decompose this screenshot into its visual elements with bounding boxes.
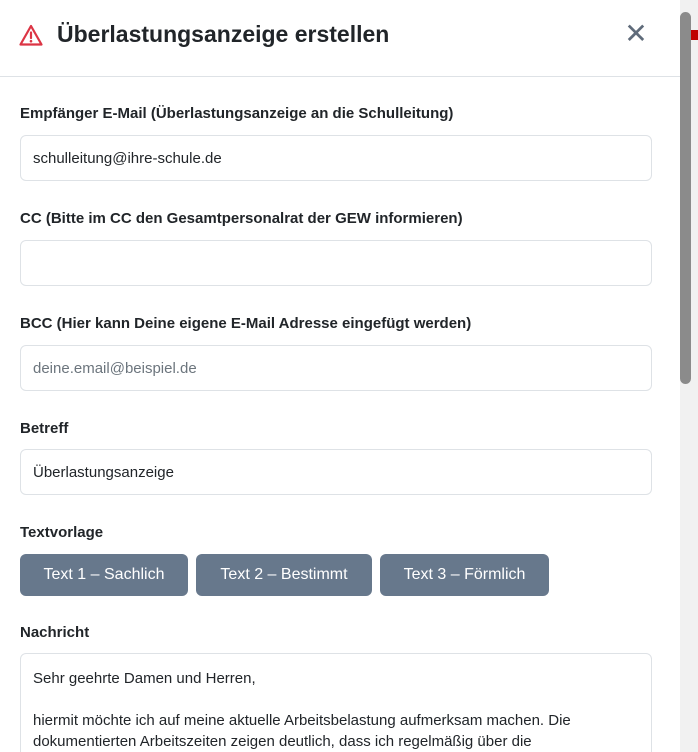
cc-input[interactable] (20, 240, 652, 286)
background-edge (691, 30, 698, 40)
recipient-email-label: Empfänger E-Mail (Überlastungsanzeige an… (20, 105, 454, 122)
overload-report-modal: Überlastungsanzeige erstellen ✕ Empfänge… (0, 0, 680, 752)
warning-triangle-icon (19, 24, 43, 46)
message-label: Nachricht (20, 624, 90, 641)
modal-header: Überlastungsanzeige erstellen ✕ (0, 0, 680, 77)
template-1-button[interactable]: Text 1 – Sachlich (20, 554, 188, 596)
scrollbar-thumb[interactable] (680, 12, 691, 384)
close-button[interactable]: ✕ (622, 20, 650, 48)
close-icon[interactable]: ✕ (624, 18, 647, 49)
message-textarea[interactable]: Sehr geehrte Damen und Herren, hiermit m… (20, 653, 652, 752)
template-label: Textvorlage (20, 524, 104, 541)
cc-label: CC (Bitte im CC den Gesamtpersonalrat de… (20, 210, 463, 227)
recipient-email-input[interactable] (20, 135, 652, 181)
template-3-button[interactable]: Text 3 – Förmlich (380, 554, 549, 596)
bcc-input[interactable] (20, 345, 652, 391)
modal-title: Überlastungsanzeige erstellen (57, 21, 390, 47)
template-2-button[interactable]: Text 2 – Bestimmt (196, 554, 372, 596)
subject-label: Betreff (20, 420, 69, 437)
bcc-label: BCC (Hier kann Deine eigene E-Mail Adres… (20, 315, 472, 332)
subject-input[interactable] (20, 449, 652, 495)
